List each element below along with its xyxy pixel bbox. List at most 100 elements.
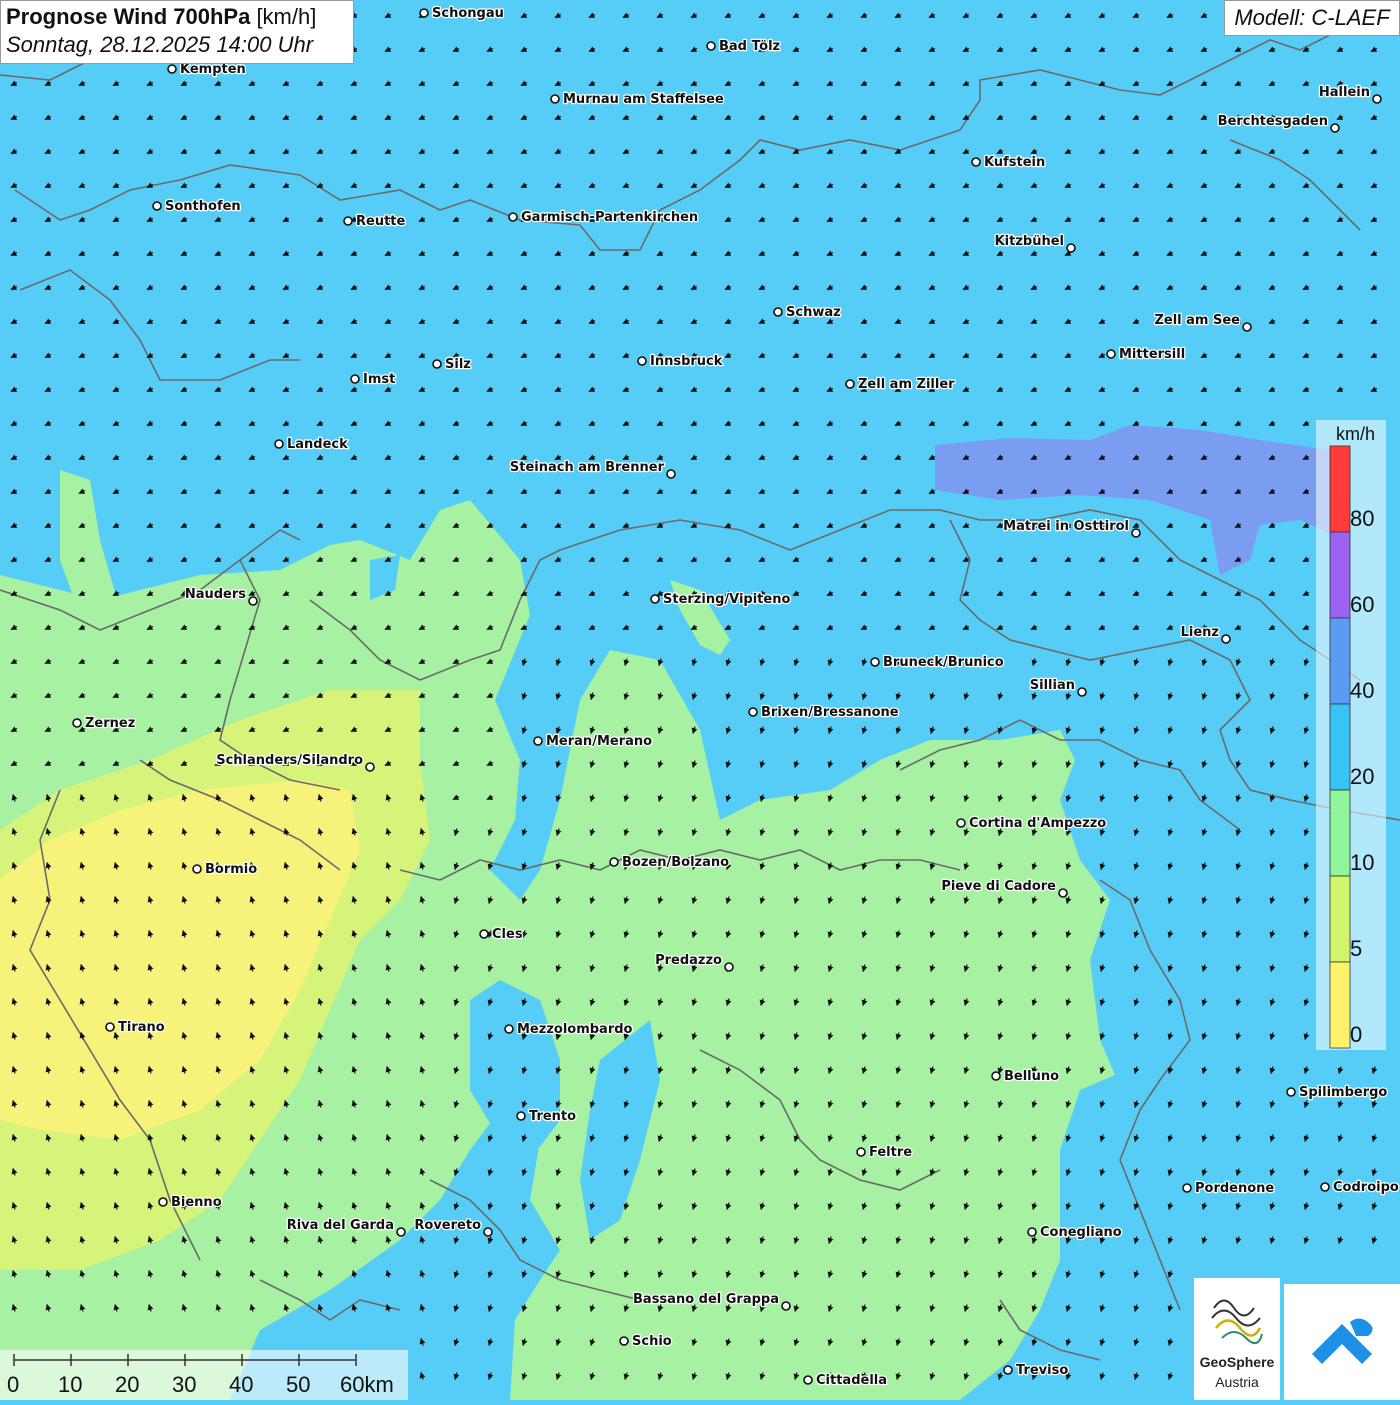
city-label: Riva del Garda <box>287 1218 394 1233</box>
mountain-arrow-icon <box>1312 1318 1373 1364</box>
city-dot <box>637 356 647 366</box>
city-label: Spilimbergo <box>1299 1085 1387 1100</box>
city-dot <box>781 1301 791 1311</box>
city-dot <box>550 94 560 104</box>
city-marker[interactable]: Cittadella <box>803 1372 888 1389</box>
legend-tick-80: 80 <box>1350 506 1375 531</box>
city-label: Brixen/Bressanone <box>761 705 899 720</box>
city-marker[interactable]: Sterzing/Vipiteno <box>650 591 792 608</box>
city-label: Pordenone <box>1195 1181 1274 1196</box>
city-marker[interactable]: Innsbruck <box>637 353 724 370</box>
city-label: Bad Tölz <box>719 39 780 54</box>
city-label: Bormio <box>205 862 257 877</box>
city-dot <box>167 64 177 74</box>
city-label: Trento <box>529 1109 576 1124</box>
city-dot <box>971 157 981 167</box>
city-dot <box>343 216 353 226</box>
city-dot <box>803 1375 813 1385</box>
city-label: Bruneck/Brunico <box>883 655 1004 670</box>
city-label: Nauders <box>185 587 246 602</box>
city-marker[interactable]: Brixen/Bressanone <box>748 704 900 721</box>
city-label: Belluno <box>1004 1069 1059 1084</box>
legend-swatch-60 <box>1329 531 1351 619</box>
city-dot <box>479 929 489 939</box>
city-label: Silz <box>445 357 471 372</box>
city-label: Cittadella <box>816 1373 887 1388</box>
city-marker[interactable]: Cortina d'Ampezzo <box>956 815 1108 832</box>
city-dot <box>192 864 202 874</box>
city-marker[interactable]: Bruneck/Brunico <box>870 654 1005 671</box>
city-dot <box>666 469 676 479</box>
city-dot <box>845 379 855 389</box>
city-label: Rovereto <box>414 1218 481 1233</box>
city-dot <box>1106 349 1116 359</box>
city-label: Hallein <box>1319 85 1370 100</box>
city-dot <box>1131 528 1141 538</box>
legend-swatch-10 <box>1329 789 1351 877</box>
city-dot <box>396 1227 406 1237</box>
city-dot <box>619 1336 629 1346</box>
city-label: Schlanders/Silandro <box>216 753 363 768</box>
city-dot <box>773 307 783 317</box>
city-dot <box>1372 94 1382 104</box>
scale-label: 30 <box>172 1372 197 1397</box>
city-label: Steinach am Brenner <box>510 460 665 475</box>
city-label: Mezzolombardo <box>517 1022 633 1037</box>
city-marker[interactable]: Garmisch-Partenkirchen <box>508 209 699 226</box>
city-label: Schwaz <box>786 305 841 320</box>
map-title-unit: [km/h] <box>256 4 317 29</box>
scale-label: 40 <box>229 1372 254 1397</box>
city-dot <box>1330 123 1340 133</box>
geosphere-logo[interactable]: GeoSphere Austria <box>1194 1278 1280 1400</box>
city-label: Schongau <box>432 6 504 21</box>
partner-logo[interactable] <box>1284 1284 1400 1400</box>
city-marker[interactable]: Sonthofen <box>152 198 242 215</box>
city-dot <box>856 1147 866 1157</box>
city-dot <box>365 762 375 772</box>
map-title: Prognose Wind 700hPa [km/h] <box>6 4 348 30</box>
scale-label: 10 <box>58 1372 83 1397</box>
city-label: Sillian <box>1030 678 1075 693</box>
city-marker[interactable]: Mittersill <box>1106 346 1186 363</box>
scale-label: 60km <box>340 1372 394 1397</box>
city-label: Reutte <box>356 214 406 229</box>
city-marker[interactable]: Spilimbergo <box>1286 1084 1389 1101</box>
city-label: Pieve di Cadore <box>941 879 1056 894</box>
city-dot <box>152 201 162 211</box>
city-dot <box>706 41 716 51</box>
city-marker[interactable]: Schongau <box>419 5 505 22</box>
city-label: Feltre <box>869 1145 912 1160</box>
geosphere-sub: Austria <box>1215 1374 1259 1390</box>
city-marker[interactable]: Kempten <box>167 61 247 78</box>
legend-swatch-20 <box>1329 703 1351 791</box>
city-dot <box>508 212 518 222</box>
legend-tick-10: 10 <box>1350 850 1375 875</box>
city-dot <box>650 594 660 604</box>
legend-swatch-80 <box>1329 445 1351 533</box>
map-title-bold: Prognose Wind 700hPa <box>6 4 251 29</box>
legend-tick-60: 60 <box>1350 592 1375 617</box>
city-marker[interactable]: Zell am Ziller <box>845 376 956 393</box>
city-dot <box>748 707 758 717</box>
city-dot <box>956 818 966 828</box>
city-label: Innsbruck <box>650 354 723 369</box>
city-dot <box>72 718 82 728</box>
city-marker[interactable]: Conegliano <box>1027 1224 1123 1241</box>
city-label: Lienz <box>1181 625 1219 640</box>
city-marker[interactable]: Mezzolombardo <box>504 1021 634 1038</box>
city-marker[interactable]: Murnau am Staffelsee <box>550 91 725 108</box>
city-dot <box>1182 1183 1192 1193</box>
city-marker[interactable]: Bozen/Bolzano <box>609 854 730 871</box>
city-dot <box>105 1022 115 1032</box>
color-legend: km/h 80 60 40 20 10 5 0 <box>1316 420 1386 1050</box>
legend-tick-5: 5 <box>1350 936 1363 961</box>
city-dot <box>1286 1087 1296 1097</box>
legend-tick-0: 0 <box>1350 1022 1363 1047</box>
city-dot <box>1320 1182 1330 1192</box>
city-marker[interactable]: Meran/Merano <box>533 733 653 750</box>
city-label: Sonthofen <box>165 199 241 214</box>
city-marker[interactable]: Pordenone <box>1182 1180 1276 1197</box>
city-label: Bienno <box>171 1195 222 1210</box>
city-marker[interactable]: Codroipo <box>1320 1179 1400 1196</box>
city-label: Predazzo <box>655 953 722 968</box>
